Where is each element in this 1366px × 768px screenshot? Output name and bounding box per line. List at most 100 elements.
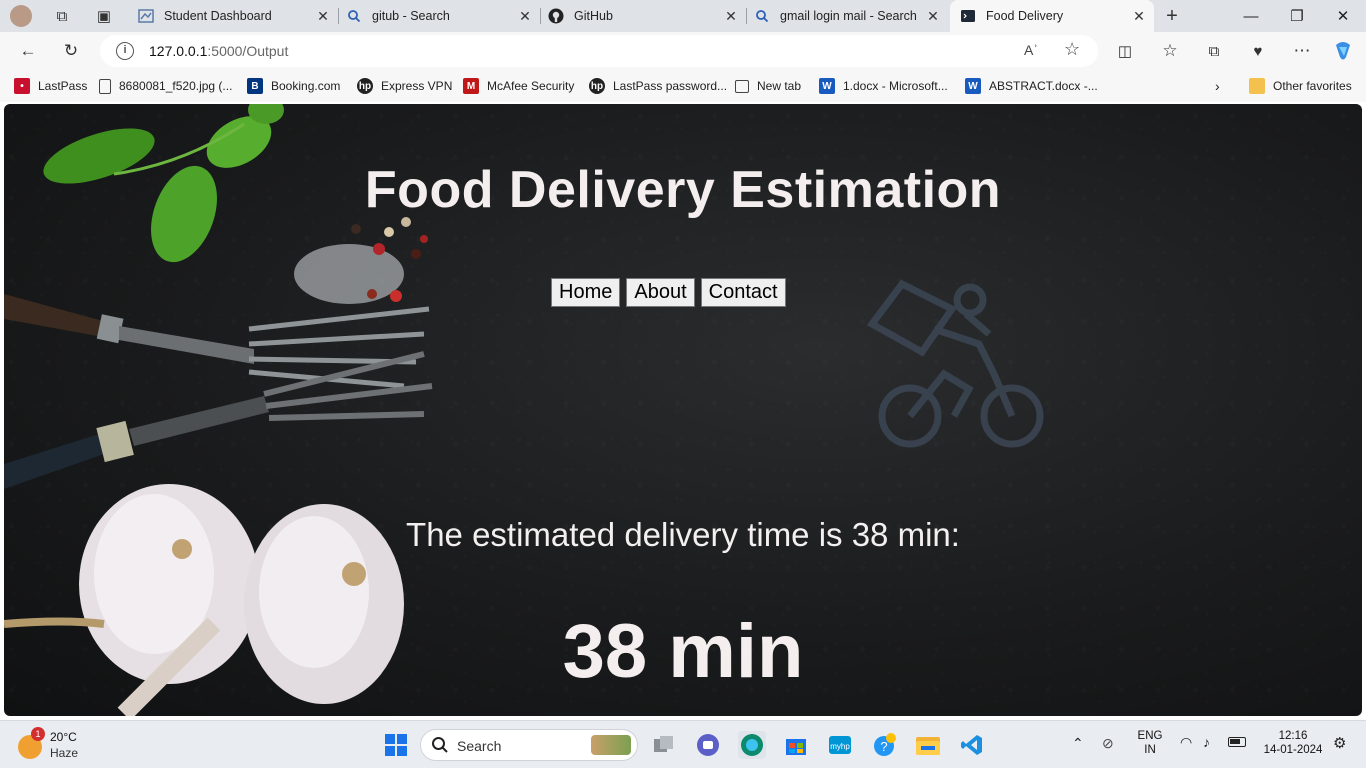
favorite-label: 8680081_f520.jpg (...	[119, 79, 233, 93]
weather-badge: 1	[31, 727, 45, 741]
close-icon[interactable]: ✕	[924, 7, 942, 25]
clock[interactable]: 12:16 14-01-2024	[1256, 730, 1330, 756]
file-explorer-icon[interactable]	[914, 731, 942, 759]
browser-toolbar: ← ↻ i 127.0.0.1:5000/Output Aʾ ☆ ◫ ☆ ⧉ ♥…	[0, 32, 1366, 70]
favorite-star-icon[interactable]: ☆	[1064, 39, 1080, 60]
vscode-icon[interactable]	[958, 731, 986, 759]
language-indicator[interactable]: ENG IN	[1134, 730, 1166, 756]
taskbar-search[interactable]: Search	[420, 729, 638, 761]
terminal-icon	[960, 8, 976, 24]
read-aloud-icon[interactable]: Aʾ	[1024, 42, 1038, 58]
url-text[interactable]: 127.0.0.1:5000/Output	[149, 43, 288, 59]
more-options-icon[interactable]: ⋯	[1289, 39, 1315, 63]
favorite-express-vpn[interactable]: hp Express VPN	[357, 77, 452, 95]
teams-icon[interactable]	[694, 731, 722, 759]
tab-student-dashboard[interactable]: Student Dashboard ✕	[130, 0, 339, 32]
hp-icon: hp	[589, 78, 605, 94]
file-icon	[99, 78, 111, 94]
back-icon[interactable]: ←	[15, 39, 41, 63]
close-icon[interactable]: ✕	[516, 7, 534, 25]
url-host: 127.0.0.1	[149, 43, 208, 59]
tab-label: Student Dashboard	[164, 9, 272, 23]
favorite-abstract-docx[interactable]: W ABSTRACT.docx -...	[965, 77, 1098, 95]
search-icon	[346, 8, 362, 24]
browser-essentials-icon[interactable]: ♥	[1245, 39, 1271, 63]
help-icon[interactable]: ?	[870, 731, 898, 759]
page-viewport: Food Delivery Estimation Home About Cont…	[4, 104, 1362, 716]
volume-icon[interactable]: ♪	[1203, 734, 1210, 750]
favorites-overflow-chevron-icon[interactable]: ›	[1215, 77, 1220, 95]
estimated-time-text: The estimated delivery time is 38 min:	[406, 516, 960, 553]
tab-food-delivery[interactable]: Food Delivery ✕	[950, 0, 1154, 32]
site-info-icon[interactable]: i	[116, 42, 134, 60]
favorite-lastpass-password[interactable]: hp LastPass password...	[589, 77, 727, 95]
favorite-booking[interactable]: B Booking.com	[247, 77, 340, 95]
new-tab-icon[interactable]: +	[1158, 2, 1186, 30]
nav-home-button[interactable]: Home	[551, 278, 621, 307]
mcafee-icon: M	[463, 78, 479, 94]
main-nav: Home About Contact	[551, 278, 786, 307]
minimize-icon[interactable]: —	[1228, 0, 1274, 32]
split-screen-icon[interactable]: ◫	[1112, 39, 1138, 63]
close-icon[interactable]: ✕	[722, 7, 740, 25]
myhp-icon[interactable]: myhp	[826, 731, 854, 759]
nav-contact-button[interactable]: Contact	[700, 278, 786, 307]
store-icon[interactable]	[782, 731, 810, 759]
search-label: Search	[457, 738, 502, 754]
delivery-bike-icon	[866, 279, 1044, 448]
search-icon	[431, 736, 449, 759]
favorite-lastpass[interactable]: • LastPass	[14, 77, 87, 95]
show-hidden-icons-icon[interactable]: ⌃	[1072, 735, 1084, 752]
collections-icon[interactable]: ⧉	[1201, 39, 1227, 63]
folder-icon	[1249, 78, 1265, 94]
favorite-1-docx[interactable]: W 1.docx - Microsoft...	[819, 77, 948, 95]
favorite-label: 1.docx - Microsoft...	[843, 79, 948, 93]
address-bar[interactable]: i 127.0.0.1:5000/Output Aʾ ☆	[100, 35, 1098, 67]
weather-desc: Haze	[50, 746, 79, 760]
workspaces-icon[interactable]: ⧉	[48, 2, 76, 30]
favorite-label: ABSTRACT.docx -...	[989, 79, 1098, 93]
search-icon	[754, 8, 770, 24]
windows-start-icon[interactable]	[382, 731, 410, 759]
favorite-label: LastPass password...	[613, 79, 728, 93]
close-icon[interactable]: ✕	[314, 7, 332, 25]
refresh-icon[interactable]: ↻	[58, 39, 84, 63]
window-close-icon[interactable]: ✕	[1320, 0, 1366, 32]
edge-icon[interactable]	[738, 731, 766, 759]
copilot-icon[interactable]	[1330, 39, 1356, 63]
network-off-icon[interactable]: ⊘	[1102, 735, 1114, 752]
word-icon: W	[819, 78, 835, 94]
svg-text:?: ?	[880, 739, 887, 754]
favorite-label: Express VPN	[381, 79, 453, 93]
lastpass-icon: •	[14, 78, 30, 94]
tab-gitub-search[interactable]: gitub - Search ✕	[338, 0, 541, 32]
battery-icon[interactable]	[1228, 737, 1246, 747]
favorite-label: LastPass	[38, 79, 88, 93]
notifications-icon[interactable]: ⚙	[1333, 734, 1346, 752]
favorite-new-tab[interactable]: New tab	[735, 77, 801, 95]
favorites-icon[interactable]: ☆	[1157, 39, 1183, 63]
other-favorites[interactable]: Other favorites	[1249, 77, 1352, 95]
close-icon[interactable]: ✕	[1130, 7, 1148, 25]
tab-actions-icon[interactable]: ▣	[90, 2, 118, 30]
favorite-mcafee[interactable]: M McAfee Security	[463, 77, 574, 95]
fork-icon	[4, 351, 433, 489]
profile-avatar[interactable]	[10, 5, 32, 27]
tab-label: gitub - Search	[372, 9, 450, 23]
tab-label: Food Delivery	[986, 9, 1064, 23]
taskbar: 1 20°C Haze Search myhp ? ⌃ ⊘ ENG IN ◠ ♪…	[0, 720, 1366, 768]
fork-icon	[4, 294, 430, 389]
tab-github[interactable]: GitHub ✕	[540, 0, 747, 32]
dashboard-icon	[138, 8, 154, 24]
clock-date: 14-01-2024	[1263, 744, 1323, 756]
other-favorites-label: Other favorites	[1273, 79, 1352, 93]
restore-icon[interactable]: ❐	[1274, 0, 1320, 32]
page-title: Food Delivery Estimation	[364, 161, 1002, 219]
favorite-image-file[interactable]: 8680081_f520.jpg (...	[99, 77, 232, 95]
wifi-icon[interactable]: ◠	[1180, 734, 1192, 751]
nav-about-button[interactable]: About	[626, 278, 695, 307]
weather-widget[interactable]: 1 20°C Haze	[16, 727, 106, 763]
new-tab-page-icon	[735, 79, 749, 93]
task-view-icon[interactable]	[650, 731, 678, 759]
tab-gmail-search[interactable]: gmail login mail - Search ✕	[746, 0, 948, 32]
